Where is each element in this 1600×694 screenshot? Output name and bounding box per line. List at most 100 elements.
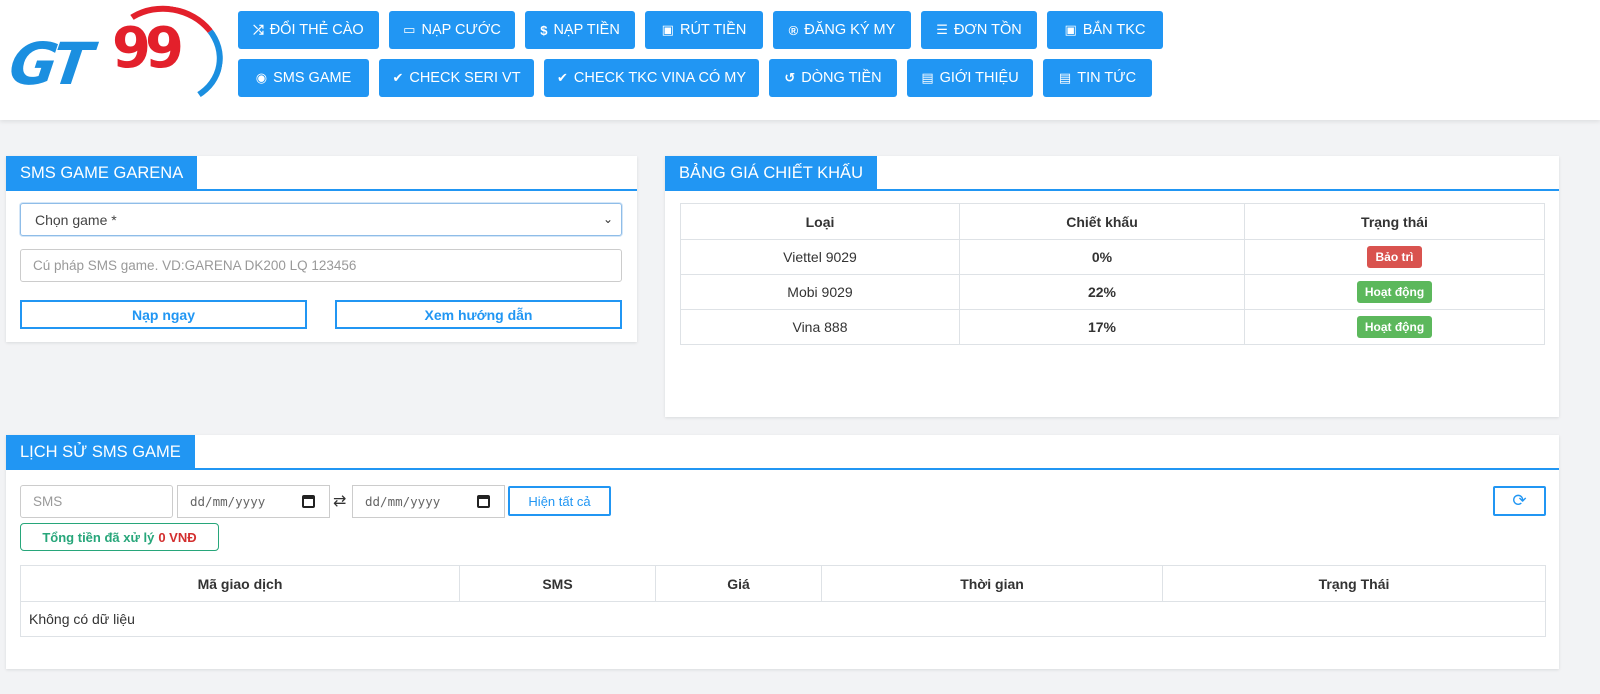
- table-header-row: Mã giao dịch SMS Giá Thời gian Trạng Thá…: [20, 565, 1546, 602]
- col-price: Giá: [655, 565, 822, 602]
- col-time: Thời gian: [821, 565, 1163, 602]
- col-discount: Chiết khấu: [959, 203, 1245, 240]
- date-from-input[interactable]: dd/mm/yyyy: [177, 485, 330, 518]
- card-title: SMS GAME GARENA: [6, 156, 198, 191]
- nav-label: CHECK TKC VINA CÓ MY: [573, 70, 747, 86]
- discount-table: Loại Chiết khấu Trạng thái Viettel 9029 …: [680, 203, 1545, 345]
- gt99-logo[interactable]: GT 99: [5, 0, 231, 116]
- history-card: LỊCH SỬ SMS GAME SMS dd/mm/yyyy ⇄ dd/mm/…: [6, 435, 1559, 669]
- card-title: BẢNG GIÁ CHIẾT KHẤU: [665, 156, 877, 191]
- empty-row: Không có dữ liệu: [20, 601, 1546, 637]
- nav-gioi-thieu-button[interactable]: ▤ GIỚI THIỆU: [907, 59, 1033, 97]
- date-from-placeholder: dd/mm/yyyy: [190, 494, 266, 509]
- card-title: LỊCH SỬ SMS GAME: [6, 435, 195, 470]
- sms-syntax-input[interactable]: Cú pháp SMS game. VD:GARENA DK200 LQ 123…: [20, 249, 622, 282]
- logo-text-99: 99: [112, 16, 184, 81]
- nav-don-ton-button[interactable]: ☰ ĐƠN TỒN: [921, 11, 1037, 49]
- money-icon: ▣: [661, 22, 674, 37]
- total-value: 0 VNĐ: [158, 529, 197, 545]
- nav-label: BẮN TKC: [1082, 22, 1146, 38]
- top-header: GT 99 ⤮ ĐỔI THẺ CÀO ▭ NẠP CƯỚC $ NẠP TIỀ…: [0, 0, 1600, 120]
- guide-button[interactable]: Xem hướng dẫn: [335, 300, 622, 329]
- nav-label: CHECK SERI VT: [409, 70, 521, 86]
- gamepad-icon: ◉: [255, 70, 268, 85]
- table-row: Vina 888 17% Hoạt động: [680, 309, 1545, 345]
- cell-status: Hoạt động: [1244, 309, 1545, 345]
- check-icon: ✔: [556, 70, 568, 85]
- nav-label: RÚT TIỀN: [679, 22, 747, 38]
- nav-doi-the-cao-button[interactable]: ⤮ ĐỔI THẺ CÀO: [238, 11, 379, 49]
- status-badge: Hoạt động: [1356, 281, 1433, 303]
- cell-status: Bảo trì: [1244, 239, 1545, 275]
- nav-sms-game-button[interactable]: ◉ SMS GAME: [238, 59, 369, 97]
- nav-dang-ky-my-button[interactable]: ® ĐĂNG KÝ MY: [773, 11, 911, 49]
- card-icon: ▭: [403, 22, 416, 37]
- date-to-input[interactable]: dd/mm/yyyy: [352, 485, 505, 518]
- nav-ban-tkc-button[interactable]: ▣ BẮN TKC: [1047, 11, 1163, 49]
- total-label: Tổng tiền đã xử lý: [42, 529, 155, 545]
- dollar-icon: $: [540, 22, 548, 38]
- nav-label: ĐĂNG KÝ MY: [804, 22, 896, 38]
- col-status: Trạng Thái: [1162, 565, 1546, 602]
- shuffle-icon: ⤮: [253, 22, 264, 37]
- calendar-icon[interactable]: [302, 495, 315, 508]
- game-select-value: Chọn game *: [35, 211, 117, 228]
- nav-check-seri-vt-button[interactable]: ✔ CHECK SERI VT: [379, 59, 534, 97]
- cell-discount: 22%: [959, 274, 1245, 310]
- nav-label: NẠP TIỀN: [553, 22, 620, 38]
- table-row: Mobi 9029 22% Hoạt động: [680, 274, 1545, 310]
- cell-type: Viettel 9029: [680, 239, 960, 275]
- history-table: Mã giao dịch SMS Giá Thời gian Trạng Thá…: [20, 565, 1546, 637]
- cell-type: Vina 888: [680, 309, 960, 345]
- nav-label: ĐỔI THẺ CÀO: [269, 22, 364, 38]
- col-status: Trạng thái: [1244, 203, 1545, 240]
- logo-text-gt: GT: [5, 30, 93, 98]
- nav-label: ĐƠN TỒN: [953, 22, 1022, 38]
- submit-button[interactable]: Nạp ngay: [20, 300, 307, 329]
- card-header: SMS GAME GARENA: [6, 156, 637, 191]
- sms-filter-input[interactable]: SMS: [20, 485, 173, 518]
- swap-icon: ⇄: [333, 493, 347, 510]
- newspaper-icon: ▤: [921, 70, 934, 85]
- card-header: LỊCH SỬ SMS GAME: [6, 435, 1559, 470]
- nav-label: GIỚI THIỆU: [939, 70, 1019, 86]
- nav-tin-tuc-button[interactable]: ▤ TIN TỨC: [1043, 59, 1152, 97]
- nav-rut-tien-button[interactable]: ▣ RÚT TIỀN: [645, 11, 763, 49]
- nav-label: NẠP CƯỚC: [421, 22, 501, 38]
- money-icon: ▣: [1064, 22, 1077, 37]
- refresh-icon: ⟳: [1512, 491, 1527, 510]
- cell-discount: 17%: [959, 309, 1245, 345]
- refresh-button[interactable]: ⟳: [1493, 486, 1546, 516]
- list-icon: ☰: [936, 22, 948, 37]
- chevron-down-icon: ⌄: [602, 212, 613, 226]
- status-badge: Hoạt động: [1356, 316, 1433, 338]
- col-sms: SMS: [459, 565, 656, 602]
- col-transaction-id: Mã giao dịch: [20, 565, 460, 602]
- date-to-placeholder: dd/mm/yyyy: [365, 494, 441, 509]
- status-badge: Bảo trì: [1367, 246, 1422, 268]
- nav-nap-cuoc-button[interactable]: ▭ NẠP CƯỚC: [389, 11, 515, 49]
- nav-label: DÒNG TIỀN: [801, 70, 882, 86]
- cell-discount: 0%: [959, 239, 1245, 275]
- discount-card: BẢNG GIÁ CHIẾT KHẤU Loại Chiết khấu Trạn…: [665, 156, 1559, 417]
- sms-game-card: SMS GAME GARENA Chọn game * ⌄ Cú pháp SM…: [6, 156, 637, 342]
- cell-type: Mobi 9029: [680, 274, 960, 310]
- game-select[interactable]: Chọn game * ⌄: [20, 203, 622, 236]
- col-type: Loại: [680, 203, 960, 240]
- calendar-icon[interactable]: [477, 495, 490, 508]
- nav-nap-tien-button[interactable]: $ NẠP TIỀN: [525, 11, 635, 49]
- empty-message: Không có dữ liệu: [20, 601, 1546, 637]
- show-all-button[interactable]: Hiện tất cả: [508, 486, 611, 516]
- newspaper-icon: ▤: [1058, 70, 1072, 85]
- nav-label: SMS GAME: [273, 70, 352, 86]
- table-row: Viettel 9029 0% Bảo trì: [680, 239, 1545, 275]
- card-header: BẢNG GIÁ CHIẾT KHẤU: [665, 156, 1559, 191]
- check-icon: ✔: [392, 70, 404, 85]
- registered-icon: ®: [788, 22, 799, 38]
- nav-check-tkc-vina-button[interactable]: ✔ CHECK TKC VINA CÓ MY: [544, 59, 759, 97]
- total-processed-badge: Tổng tiền đã xử lý 0 VNĐ: [20, 523, 219, 551]
- nav-dong-tien-button[interactable]: ↺ DÒNG TIỀN: [769, 59, 897, 97]
- sms-syntax-placeholder: Cú pháp SMS game. VD:GARENA DK200 LQ 123…: [33, 258, 357, 273]
- table-header-row: Loại Chiết khấu Trạng thái: [680, 203, 1545, 240]
- nav-label: TIN TỨC: [1077, 70, 1137, 86]
